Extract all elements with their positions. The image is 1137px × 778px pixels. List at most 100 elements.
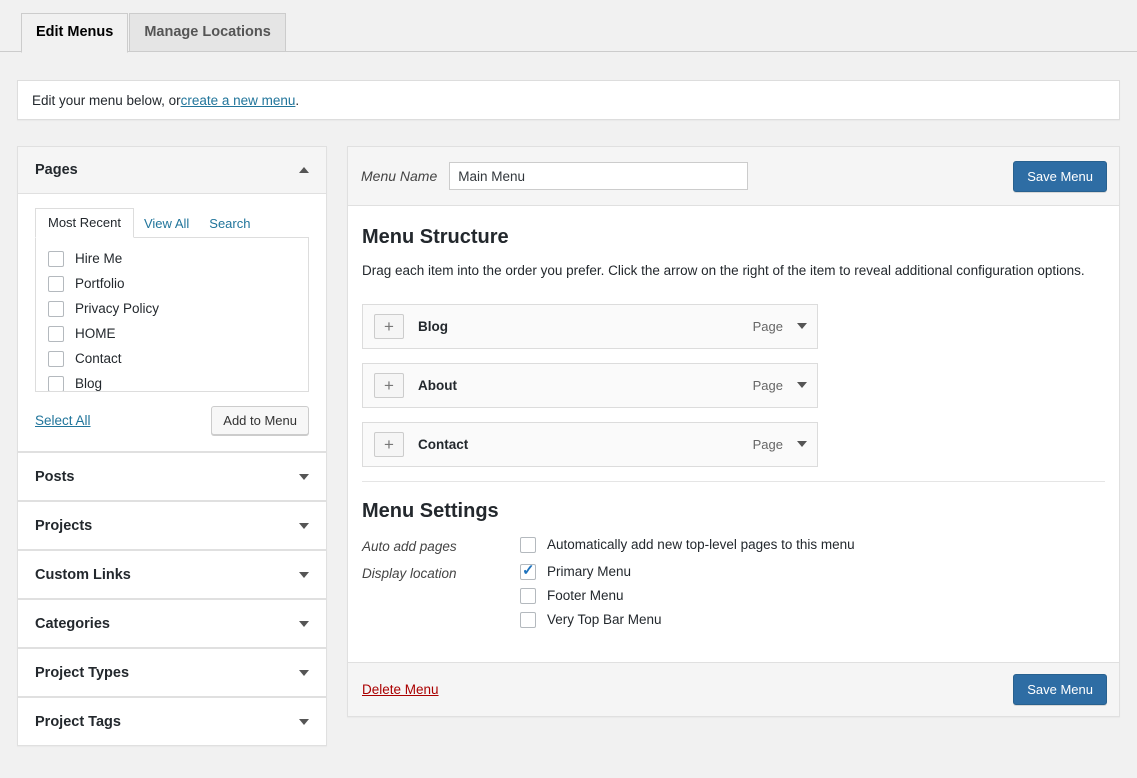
delete-menu-link[interactable]: Delete Menu [362, 682, 439, 697]
page-label: Portfolio [75, 276, 125, 291]
location-checkbox[interactable] [520, 564, 536, 580]
menu-settings-section: Menu Settings Auto add pages Automatical… [348, 482, 1119, 662]
location-label: Very Top Bar Menu [547, 612, 662, 627]
plus-icon[interactable]: + [374, 314, 404, 339]
menu-name-input[interactable] [449, 162, 748, 190]
auto-add-pages-checkbox[interactable] [520, 537, 536, 553]
location-label: Footer Menu [547, 588, 624, 603]
caret-down-icon[interactable] [797, 323, 807, 329]
subtab-search[interactable]: Search [199, 210, 260, 237]
page-checkbox[interactable] [48, 326, 64, 342]
page-label: HOME [75, 326, 116, 341]
project-types-panel-header[interactable]: Project Types [18, 649, 326, 696]
table-row[interactable]: + Blog Page [362, 304, 818, 349]
projects-panel-title: Projects [35, 518, 92, 534]
plus-icon[interactable]: + [374, 373, 404, 398]
projects-panel: Projects [17, 501, 327, 550]
project-tags-panel-header[interactable]: Project Tags [18, 698, 326, 745]
caret-down-icon[interactable] [797, 441, 807, 447]
location-label: Primary Menu [547, 564, 631, 579]
project-types-panel: Project Types [17, 648, 327, 697]
caret-down-icon[interactable] [299, 719, 309, 725]
menu-edit-panel: Menu Name Save Menu Menu Structure Drag … [347, 146, 1120, 717]
create-new-menu-link[interactable]: create a new menu [181, 93, 296, 108]
categories-panel-header[interactable]: Categories [18, 600, 326, 647]
menu-item-type: Page [753, 378, 783, 393]
location-primary-menu[interactable]: Primary Menu [520, 564, 662, 580]
pages-panel: Pages Most Recent View All Search Hire M… [17, 146, 327, 452]
page-checkbox[interactable] [48, 251, 64, 267]
table-row[interactable]: + About Page [362, 363, 818, 408]
location-checkbox[interactable] [520, 612, 536, 628]
add-to-menu-button[interactable]: Add to Menu [211, 406, 309, 435]
categories-panel-title: Categories [35, 616, 110, 632]
pages-panel-body: Most Recent View All Search Hire Me Port… [18, 194, 326, 451]
menu-editor-page: Edit Menus Manage Locations Edit your me… [0, 0, 1137, 778]
posts-panel: Posts [17, 452, 327, 501]
auto-add-pages-option-label: Automatically add new top-level pages to… [547, 537, 855, 552]
menu-structure-description: Drag each item into the order you prefer… [362, 261, 1105, 282]
display-location-label: Display location [362, 564, 520, 581]
tab-manage-locations[interactable]: Manage Locations [129, 13, 286, 53]
caret-down-icon[interactable] [299, 621, 309, 627]
auto-add-pages-options: Automatically add new top-level pages to… [520, 537, 855, 553]
pages-panel-header[interactable]: Pages [18, 147, 326, 194]
menu-item-title: About [418, 378, 457, 393]
edit-menu-notice: Edit your menu below, or create a new me… [17, 80, 1120, 120]
custom-links-panel-header[interactable]: Custom Links [18, 551, 326, 598]
location-footer-menu[interactable]: Footer Menu [520, 588, 662, 604]
list-item[interactable]: Contact [36, 346, 308, 371]
menu-settings-title: Menu Settings [362, 500, 1105, 523]
list-item[interactable]: Portfolio [36, 271, 308, 296]
tab-strip: Edit Menus Manage Locations [21, 12, 287, 52]
table-row[interactable]: + Contact Page [362, 422, 818, 467]
subtab-most-recent[interactable]: Most Recent [35, 208, 134, 238]
plus-icon[interactable]: + [374, 432, 404, 457]
page-checkbox[interactable] [48, 301, 64, 317]
custom-links-panel-title: Custom Links [35, 567, 131, 583]
caret-down-icon[interactable] [797, 382, 807, 388]
menu-item-title: Blog [418, 319, 448, 334]
location-very-top-bar-menu[interactable]: Very Top Bar Menu [520, 612, 662, 628]
page-checkbox[interactable] [48, 376, 64, 392]
menu-name-header: Menu Name Save Menu [348, 147, 1119, 206]
list-item[interactable]: HOME [36, 321, 308, 346]
categories-panel: Categories [17, 599, 327, 648]
auto-add-pages-label: Auto add pages [362, 537, 520, 554]
menu-item-title: Contact [418, 437, 468, 452]
page-label: Hire Me [75, 251, 122, 266]
list-item[interactable]: Blog [36, 371, 308, 392]
pages-list[interactable]: Hire Me Portfolio Privacy Policy HOME [35, 237, 309, 392]
page-checkbox[interactable] [48, 276, 64, 292]
page-label: Blog [75, 376, 102, 391]
select-all-link[interactable]: Select All [35, 413, 91, 428]
list-item[interactable]: Hire Me [36, 246, 308, 271]
tab-edit-menus[interactable]: Edit Menus [21, 13, 128, 54]
pages-panel-title: Pages [35, 162, 78, 178]
menu-items-list: + Blog Page + About Page + Contact Page [362, 304, 818, 467]
save-menu-button-bottom[interactable]: Save Menu [1013, 674, 1107, 705]
menu-footer-bar: Delete Menu Save Menu [348, 662, 1119, 716]
caret-down-icon[interactable] [299, 474, 309, 480]
caret-down-icon[interactable] [299, 572, 309, 578]
posts-panel-title: Posts [35, 469, 75, 485]
page-checkbox[interactable] [48, 351, 64, 367]
pages-subtabs: Most Recent View All Search [35, 208, 309, 237]
caret-up-icon[interactable] [299, 167, 309, 173]
caret-down-icon[interactable] [299, 670, 309, 676]
pages-list-actions: Select All Add to Menu [35, 406, 309, 435]
save-menu-button-top[interactable]: Save Menu [1013, 161, 1107, 192]
subtab-view-all[interactable]: View All [134, 210, 199, 237]
page-label: Contact [75, 351, 122, 366]
notice-text-after: . [295, 93, 299, 108]
list-item[interactable]: Privacy Policy [36, 296, 308, 321]
custom-links-panel: Custom Links [17, 550, 327, 599]
menu-structure-section: Menu Structure Drag each item into the o… [348, 206, 1119, 482]
projects-panel-header[interactable]: Projects [18, 502, 326, 549]
posts-panel-header[interactable]: Posts [18, 453, 326, 500]
project-tags-panel-title: Project Tags [35, 714, 121, 730]
auto-add-pages-option[interactable]: Automatically add new top-level pages to… [520, 537, 855, 553]
caret-down-icon[interactable] [299, 523, 309, 529]
project-types-panel-title: Project Types [35, 665, 129, 681]
location-checkbox[interactable] [520, 588, 536, 604]
